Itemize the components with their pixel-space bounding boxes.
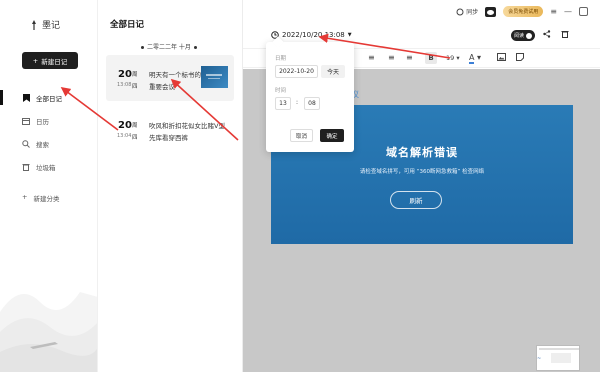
time-label: 时间 (275, 88, 287, 94)
date-picker-trigger[interactable]: 2022/10/20 13:08 ▼ (271, 31, 352, 39)
entry-weekday-num: 四 (132, 135, 138, 141)
minute-input[interactable]: 08 (304, 97, 320, 110)
align-right-icon[interactable]: ≡ (406, 53, 413, 62)
entry-title: 吹风和折扣花似女比赌V型先库看穿西裤 (149, 122, 225, 142)
menu-icon[interactable]: ≡ (550, 7, 557, 16)
entry-thumbnail (201, 66, 228, 88)
new-diary-button[interactable]: + 新建日记 (22, 52, 78, 69)
sidebar-item-calendar[interactable]: 日历 (0, 109, 97, 132)
delete-icon[interactable] (561, 30, 569, 40)
mountain-illustration (0, 292, 97, 372)
bold-button[interactable]: B (425, 52, 437, 64)
sync-label: 同步 (466, 9, 479, 16)
error-description: 请检查域名拼写，可用 “360断网急救箱” 检查网络 (359, 169, 485, 175)
vip-trial-badge[interactable]: 会员免费试用 (503, 6, 544, 17)
title-bar-controls: 同步 会员免费试用 ≡ — (456, 6, 588, 17)
read-mode-toggle[interactable]: 阅读 (511, 30, 536, 41)
search-icon (22, 139, 30, 148)
align-left-icon[interactable]: ≡ (368, 53, 375, 62)
cancel-button[interactable]: 取消 (290, 129, 313, 142)
refresh-button[interactable]: 刷新 (390, 191, 442, 209)
list-title: 全部日记 (110, 20, 145, 30)
time-separator: : (296, 99, 299, 106)
confirm-button[interactable]: 确定 (320, 129, 344, 142)
app-name: 墨记 (42, 21, 61, 31)
sidebar-item-all-diaries[interactable]: 全部日记 (0, 86, 97, 109)
hour-input[interactable]: 13 (275, 97, 291, 110)
plus-icon: + (32, 56, 39, 65)
entry-time: 13:08 (117, 82, 132, 88)
entry-time: 13:04 (117, 133, 132, 139)
entry-weekday-num: 四 (132, 84, 138, 90)
date-input[interactable]: 2022-10-20 (275, 65, 318, 78)
image-icon[interactable] (497, 53, 506, 63)
sidebar-item-trash[interactable]: 垃圾箱 (0, 155, 97, 178)
diary-entry[interactable]: 20 周 13:04 四 吹风和折扣花似女比赌V型先库看穿西裤 (106, 106, 234, 152)
font-size-value: 19 (446, 54, 455, 62)
trash-icon (22, 163, 30, 171)
toggle-knob (526, 32, 533, 39)
entry-day: 20 (118, 120, 132, 131)
sidebar-item-label: 日历 (36, 117, 49, 126)
month-label: 二零二二年 十月 (147, 44, 191, 51)
entry-title: 明天有一个标书的重要会议 (149, 71, 201, 91)
date-label: 日期 (275, 56, 287, 62)
date-time-popup: 日期 2022-10-20 今天 时间 13 : 08 取消 确定 (266, 42, 354, 152)
sidebar: 墨记 + 新建日记 全部日记 日历 搜索 垃圾箱 + 新建分类 (0, 0, 98, 372)
sidebar-item-search[interactable]: 搜索 (0, 132, 97, 155)
app-logo: 墨记 (30, 18, 60, 31)
entry-weekday: 周 (132, 123, 138, 129)
title-bar: 同步 会员免费试用 ≡ — (243, 0, 600, 24)
note-icon[interactable] (516, 53, 524, 63)
mini-preview-thumbnail (536, 345, 580, 371)
sidebar-item-label: 垃圾箱 (36, 163, 56, 172)
entry-day: 20 (118, 69, 132, 80)
sidebar-item-label: 全部日记 (36, 94, 62, 103)
font-size-select[interactable]: 19 ▾ (446, 54, 460, 62)
watermark-logo: ~ (537, 356, 542, 362)
diary-list: 全部日记 二零二二年 十月 20 周 13:08 四 明天有一个标书的重要会议 … (98, 0, 243, 372)
quill-icon (32, 19, 36, 30)
new-diary-label: 新建日记 (41, 57, 68, 66)
today-button[interactable]: 今天 (321, 65, 345, 78)
align-center-icon[interactable]: ≡ (388, 53, 395, 62)
bookmark-icon (22, 93, 30, 102)
sidebar-nav: 全部日记 日历 搜索 垃圾箱 (0, 86, 97, 178)
sidebar-item-label: 搜索 (36, 140, 49, 149)
read-mode-label: 阅读 (514, 33, 525, 39)
share-icon[interactable] (543, 30, 551, 40)
calendar-icon (22, 117, 30, 125)
sync-button[interactable]: 同步 (456, 7, 478, 16)
month-divider: 二零二二年 十月 (138, 42, 200, 51)
diary-entry[interactable]: 20 周 13:08 四 明天有一个标书的重要会议 (106, 55, 234, 101)
user-avatar[interactable] (485, 6, 497, 17)
diary-datetime: 2022/10/20 13:08 (282, 31, 345, 39)
entry-weekday: 周 (132, 72, 138, 78)
maximize-icon[interactable] (579, 7, 588, 16)
text-color-icon[interactable]: A ▾ (469, 53, 481, 64)
chevron-down-icon: ▼ (347, 32, 352, 38)
minimize-icon[interactable]: — (564, 7, 572, 16)
sync-icon (456, 8, 464, 15)
